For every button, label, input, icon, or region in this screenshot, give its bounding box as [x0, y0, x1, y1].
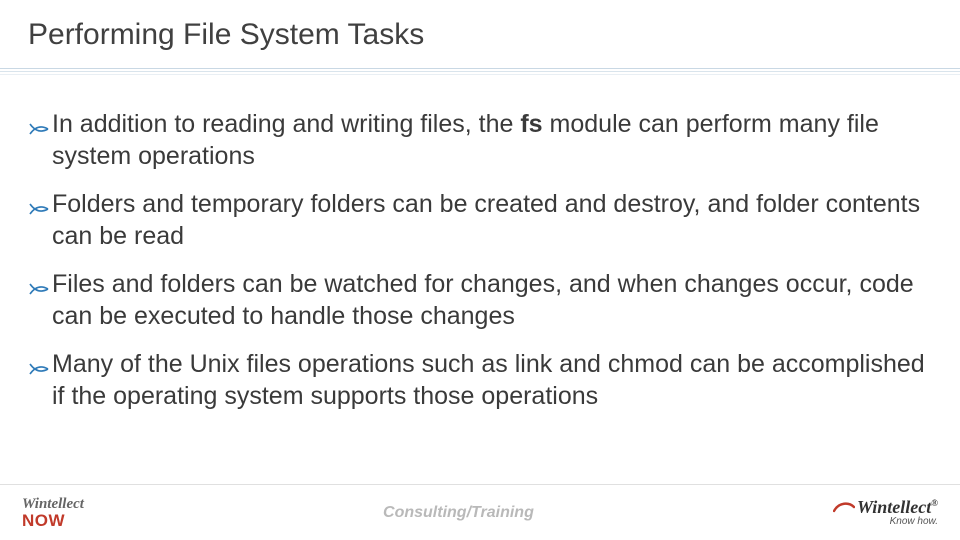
bullet-icon [28, 194, 50, 226]
divider-line [0, 68, 960, 69]
bullet-text: In addition to reading and writing files… [52, 108, 932, 172]
slide: Performing File System Tasks In addition… [0, 0, 960, 540]
bullet-icon [28, 114, 50, 146]
logo-wintellect-now: Wintellect NOW [22, 497, 84, 529]
bullet-item: In addition to reading and writing files… [28, 108, 932, 172]
text-segment: Files and folders can be watched for cha… [52, 270, 914, 330]
bullet-text: Files and folders can be watched for cha… [52, 268, 932, 332]
logo-text-top: Wintellect [22, 497, 84, 512]
bullet-text: Folders and temporary folders can be cre… [52, 188, 932, 252]
slide-title: Performing File System Tasks [28, 18, 424, 52]
text-segment: Folders and temporary folders can be cre… [52, 190, 920, 250]
footer-tagline: Consulting/Training [383, 504, 534, 522]
logo-brand-text: Wintellect [857, 497, 931, 517]
bullet-item: Folders and temporary folders can be cre… [28, 188, 932, 252]
logo-text-bottom: NOW [22, 512, 84, 529]
divider-line [0, 71, 960, 72]
footer: Wintellect NOW Consulting/Training Winte… [0, 484, 960, 540]
bullet-text: Many of the Unix files operations such a… [52, 348, 932, 412]
bullet-icon [28, 354, 50, 386]
logo-tagline: Know how. [833, 517, 938, 527]
divider-line [0, 74, 960, 75]
logo-wintellect: Wintellect® Know how. [833, 498, 938, 528]
registered-mark: ® [931, 498, 938, 508]
bullet-item: Many of the Unix files operations such a… [28, 348, 932, 412]
text-segment: In addition to reading and writing files… [52, 110, 520, 138]
text-bold: fs [520, 110, 542, 138]
text-segment: Many of the Unix files operations such a… [52, 350, 925, 410]
content-area: In addition to reading and writing files… [28, 108, 932, 428]
bullet-item: Files and folders can be watched for cha… [28, 268, 932, 332]
swoosh-icon [833, 499, 855, 517]
title-underline [0, 68, 960, 75]
logo-brand: Wintellect® [833, 498, 938, 518]
bullet-icon [28, 274, 50, 306]
